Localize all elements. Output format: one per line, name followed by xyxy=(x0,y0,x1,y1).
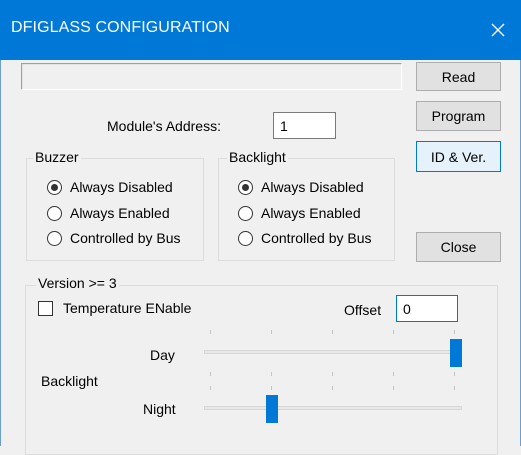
radio-unselected-icon xyxy=(47,230,62,246)
slider-tick xyxy=(393,330,394,334)
night-slider[interactable] xyxy=(204,386,462,423)
slider-tick xyxy=(393,386,394,390)
program-button[interactable]: Program xyxy=(416,101,501,131)
version-group-title: Version >= 3 xyxy=(36,275,119,291)
radio-dot xyxy=(51,183,58,191)
day-slider[interactable] xyxy=(204,330,462,376)
radio-dot xyxy=(242,183,249,191)
title-bar: DFIGLASS CONFIGURATION xyxy=(0,0,521,60)
day-label: Day xyxy=(150,347,175,363)
slider-tick xyxy=(393,372,394,376)
radio-unselected-icon xyxy=(238,205,253,221)
slider-tick xyxy=(332,330,333,334)
radio-selected-icon xyxy=(47,179,62,195)
slider-thumb[interactable] xyxy=(450,339,462,367)
radio-label: Always Enabled xyxy=(261,205,361,221)
slider-track xyxy=(204,406,462,410)
status-field xyxy=(21,63,402,90)
buzzer-always-enabled-radio[interactable]: Always Enabled xyxy=(47,205,170,221)
slider-tick xyxy=(332,372,333,376)
slider-tick xyxy=(454,372,455,376)
id-ver-button[interactable]: ID & Ver. xyxy=(416,141,501,172)
buzzer-always-disabled-radio[interactable]: Always Disabled xyxy=(47,179,173,195)
temperature-enable-checkbox[interactable]: Temperature ENable xyxy=(38,300,191,316)
night-label: Night xyxy=(143,401,176,417)
offset-label: Offset xyxy=(344,302,382,318)
slider-tick xyxy=(271,372,272,376)
slider-track xyxy=(204,350,462,354)
read-button[interactable]: Read xyxy=(416,62,501,91)
slider-thumb[interactable] xyxy=(266,395,278,423)
radio-unselected-icon xyxy=(47,205,62,221)
slider-tick xyxy=(454,330,455,334)
buzzer-group-title: Buzzer xyxy=(33,149,81,165)
backlight-slider-label: Backlight xyxy=(41,373,98,389)
slider-tick xyxy=(210,372,211,376)
radio-label: Controlled by Bus xyxy=(261,230,372,246)
radio-label: Controlled by Bus xyxy=(70,230,181,246)
buzzer-controlled-by-bus-radio[interactable]: Controlled by Bus xyxy=(47,230,181,246)
slider-tick xyxy=(271,386,272,390)
radio-label: Always Disabled xyxy=(261,179,364,195)
close-icon[interactable] xyxy=(475,0,521,60)
radio-unselected-icon xyxy=(238,230,253,246)
checkbox-label: Temperature ENable xyxy=(63,300,192,316)
address-label: Module's Address: xyxy=(107,118,221,134)
backlight-group-title: Backlight xyxy=(227,149,288,165)
close-button[interactable]: Close xyxy=(416,232,501,262)
checkbox-unchecked-icon xyxy=(38,300,53,316)
slider-tick xyxy=(210,386,211,390)
radio-label: Always Enabled xyxy=(70,205,170,221)
backlight-always-disabled-radio[interactable]: Always Disabled xyxy=(238,179,364,195)
offset-input[interactable] xyxy=(396,295,458,322)
window-title: DFIGLASS CONFIGURATION xyxy=(11,19,230,36)
slider-tick xyxy=(271,330,272,334)
slider-tick xyxy=(454,386,455,390)
radio-label: Always Disabled xyxy=(70,179,173,195)
radio-selected-icon xyxy=(238,179,253,195)
backlight-always-enabled-radio[interactable]: Always Enabled xyxy=(238,205,361,221)
address-input[interactable] xyxy=(273,112,336,139)
slider-tick xyxy=(210,330,211,334)
backlight-controlled-by-bus-radio[interactable]: Controlled by Bus xyxy=(238,230,372,246)
slider-tick xyxy=(332,386,333,390)
